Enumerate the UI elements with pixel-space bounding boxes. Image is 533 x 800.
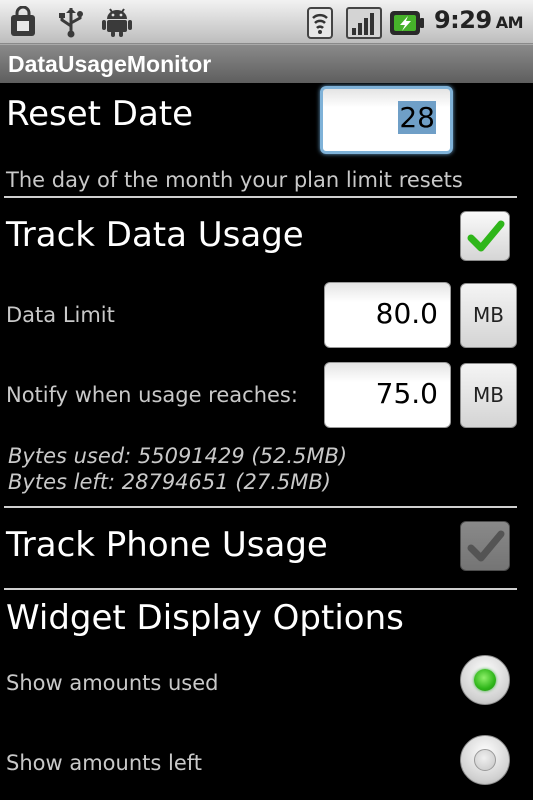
divider — [4, 196, 517, 198]
data-limit-label: Data Limit — [6, 303, 115, 327]
checkmark-icon — [467, 530, 505, 562]
show-amounts-left-label: Show amounts left — [6, 751, 202, 775]
battery-charging-icon — [390, 11, 424, 35]
radio-unselected-indicator — [474, 749, 496, 771]
show-amounts-used-radio[interactable] — [460, 655, 510, 705]
reset-date-description: The day of the month your plan limit res… — [6, 168, 463, 192]
track-data-usage-label: Track Data Usage — [6, 215, 304, 255]
android-icon — [102, 8, 132, 37]
app-title-bar: DataUsageMonitor — [0, 44, 533, 83]
notify-unit-button[interactable]: MB — [460, 363, 517, 428]
clock-time: 9:29 — [433, 6, 492, 34]
bytes-used-text: Bytes used: 55091429 (52.5MB) — [8, 444, 348, 468]
notify-input[interactable]: 75.0 — [324, 362, 451, 428]
reset-date-input[interactable]: 28 — [320, 86, 453, 154]
usb-icon — [59, 8, 83, 38]
reset-date-value: 28 — [398, 101, 436, 134]
status-bar: 9:29 AM — [0, 0, 533, 44]
radio-selected-indicator — [474, 669, 496, 691]
show-amounts-used-label: Show amounts used — [6, 671, 219, 695]
track-phone-usage-label: Track Phone Usage — [6, 525, 328, 565]
bytes-left-text: Bytes left: 28794651 (27.5MB) — [8, 470, 331, 494]
widget-display-options-heading: Widget Display Options — [6, 598, 404, 638]
app-title: DataUsageMonitor — [8, 51, 212, 77]
divider — [4, 506, 517, 508]
data-limit-unit-button[interactable]: MB — [460, 283, 517, 348]
track-data-usage-checkbox[interactable] — [460, 211, 510, 261]
wifi-icon — [307, 7, 333, 39]
notify-label: Notify when usage reaches: — [6, 383, 298, 407]
reset-date-label: Reset Date — [6, 94, 194, 134]
show-amounts-left-radio[interactable] — [460, 735, 510, 785]
status-clock: 9:29 AM — [433, 6, 524, 34]
checkmark-icon — [467, 220, 505, 252]
track-phone-usage-checkbox[interactable] — [460, 521, 510, 571]
signal-icon — [346, 7, 382, 39]
data-limit-input[interactable]: 80.0 — [324, 282, 451, 348]
shopping-bag-icon — [11, 6, 35, 36]
divider — [4, 588, 517, 590]
clock-ampm: AM — [495, 13, 524, 32]
